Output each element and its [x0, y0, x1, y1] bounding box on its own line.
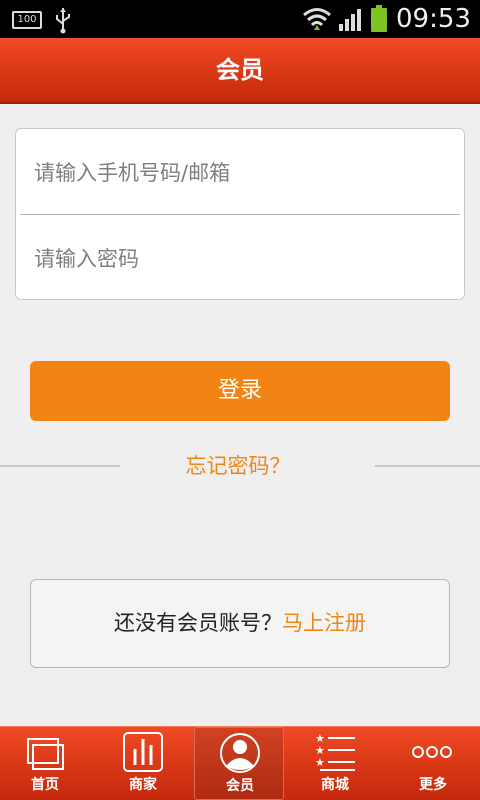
nav-item-more[interactable]: 更多: [388, 727, 478, 800]
merchants-icon: [123, 732, 163, 772]
battery-level-indicator: 100: [12, 11, 42, 29]
login-form: [15, 128, 465, 301]
screen: 100 09:53 会员 请输入手机号码/邮箱 登录 忘记密码？ 还没有会员账号…: [0, 0, 480, 800]
nav-item-mall[interactable]: ★ ★ ★ 商城: [290, 727, 380, 800]
nav-item-home[interactable]: 首页: [0, 727, 90, 800]
phone-email-input[interactable]: [34, 131, 454, 215]
phone-email-field[interactable]: [16, 131, 464, 215]
nav-label-mall: 商城: [321, 777, 349, 793]
status-bar: 100 09:53: [0, 0, 480, 38]
password-input[interactable]: [34, 217, 454, 301]
mall-icon: ★ ★ ★: [315, 732, 355, 771]
battery-icon: [371, 5, 387, 32]
nav-item-merchants[interactable]: 商家: [98, 727, 188, 800]
nav-label-home: 首页: [31, 777, 59, 793]
wifi-icon: [303, 8, 331, 30]
forgot-password-link[interactable]: 忘记密码？: [140, 450, 336, 482]
more-icon: [412, 746, 452, 758]
title-bar: 会员: [0, 38, 480, 104]
home-icon: [27, 738, 64, 770]
register-prompt: 还没有会员账号？: [114, 611, 282, 635]
nav-item-member[interactable]: 会员: [194, 727, 284, 800]
login-button[interactable]: 登录: [30, 361, 450, 421]
member-icon: [220, 733, 260, 773]
nav-label-more: 更多: [419, 777, 447, 793]
nav-label-member: 会员: [226, 778, 254, 794]
password-field[interactable]: [16, 217, 464, 301]
divider-left: [0, 465, 120, 467]
page-title: 会员: [216, 56, 264, 84]
divider-right: [375, 465, 480, 467]
nav-label-merchants: 商家: [129, 777, 157, 793]
svg-text:★: ★: [315, 756, 325, 769]
bottom-nav: 首页 商家 会员 ★ ★ ★ 商城 更多: [0, 726, 480, 800]
register-box: 还没有会员账号？马上注册: [30, 579, 450, 668]
field-divider: [20, 214, 460, 215]
usb-icon: [56, 8, 70, 34]
register-link[interactable]: 马上注册: [282, 611, 366, 635]
signal-icon: [339, 9, 361, 31]
clock: 09:53: [396, 4, 471, 34]
